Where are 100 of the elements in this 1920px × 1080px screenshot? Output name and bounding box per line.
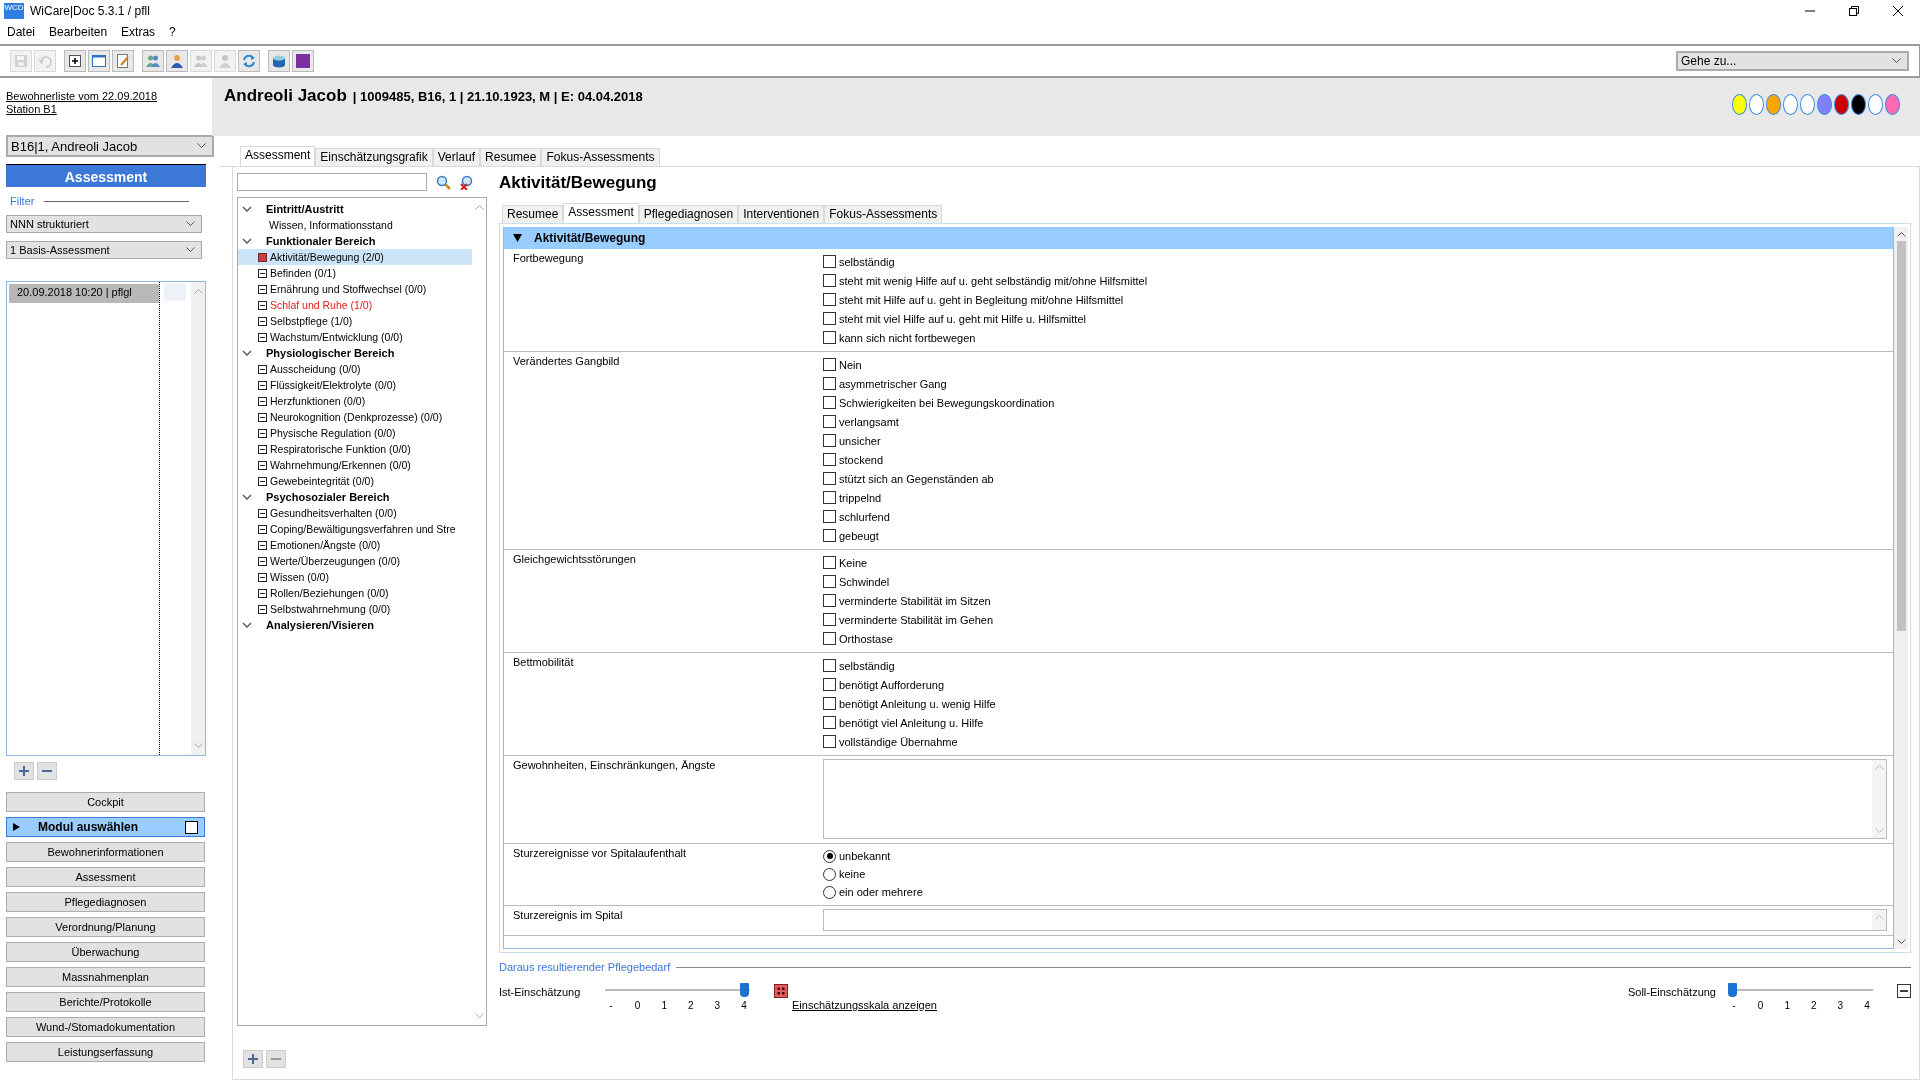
tree-group[interactable]: Psychosozialer Bereich: [266, 491, 390, 503]
nav-button[interactable]: Cockpit: [6, 792, 205, 812]
station-link[interactable]: Station B1: [6, 103, 57, 116]
checkbox[interactable]: [823, 556, 836, 569]
nav-button[interactable]: Assessment: [6, 867, 205, 887]
nav-button[interactable]: Wund-/Stomadokumentation: [6, 1017, 205, 1037]
tab[interactable]: Einschätzungsgrafik: [315, 148, 433, 166]
tab[interactable]: Assessment: [563, 203, 639, 223]
checkbox[interactable]: [823, 377, 836, 390]
menu-item[interactable]: ?: [169, 25, 176, 39]
tab[interactable]: Verlauf: [432, 148, 481, 166]
tree-group[interactable]: Funktionaler Bereich: [266, 235, 376, 247]
nav-button[interactable]: Berichte/Protokolle: [6, 992, 205, 1012]
menu-item[interactable]: Extras: [121, 25, 156, 39]
remove-button[interactable]: [37, 762, 57, 780]
checkbox[interactable]: [823, 716, 836, 729]
chevron-icon[interactable]: [242, 493, 252, 501]
tree-item[interactable]: Aktivität/Bewegung (2/0): [238, 249, 472, 265]
slider-thumb[interactable]: [740, 983, 749, 997]
checkbox[interactable]: [823, 331, 836, 344]
chevron-icon[interactable]: [242, 621, 252, 629]
menu-item[interactable]: Datei: [7, 25, 35, 39]
checkbox[interactable]: [823, 613, 836, 626]
checkbox[interactable]: [823, 678, 836, 691]
search-field[interactable]: [237, 173, 427, 191]
tree-group[interactable]: Eintritt/Austritt: [266, 203, 344, 215]
collapse-icon[interactable]: [1897, 984, 1911, 998]
checkbox[interactable]: [823, 529, 836, 542]
goto-dropdown[interactable]: Gehe zu...: [1676, 51, 1909, 71]
search-icon[interactable]: [436, 174, 451, 190]
filter-dropdown[interactable]: NNN strukturiert: [6, 215, 202, 233]
nav-button[interactable]: Bewohnerinformationen: [6, 842, 205, 862]
tab[interactable]: Fokus-Assessments: [541, 148, 660, 166]
menu-item[interactable]: Bearbeiten: [49, 25, 108, 39]
checkbox[interactable]: [823, 735, 836, 748]
tree-item[interactable]: Gesundheitsverhalten (0/0): [238, 505, 472, 521]
nav-button[interactable]: Modul auswählen: [6, 817, 205, 837]
tree-item[interactable]: Befinden (0/1): [238, 265, 472, 281]
tree-group[interactable]: Physiologischer Bereich: [266, 347, 395, 359]
checkbox[interactable]: [823, 632, 836, 645]
checkbox[interactable]: [823, 594, 836, 607]
scroll-down-icon[interactable]: [1896, 939, 1906, 945]
toolbar-button[interactable]: [88, 50, 110, 72]
tab[interactable]: Fokus-Assessments: [824, 205, 943, 223]
checkbox[interactable]: [823, 491, 836, 504]
radio-button[interactable]: [823, 885, 836, 899]
checkbox[interactable]: [823, 312, 836, 325]
tree-item[interactable]: Wachstum/Entwicklung (0/0): [238, 329, 472, 345]
tree-item[interactable]: Wissen, Informationsstand: [238, 217, 472, 233]
tree-item[interactable]: Schlaf und Ruhe (1/0): [238, 297, 472, 313]
nav-button[interactable]: Massnahmenplan: [6, 967, 205, 987]
checkbox[interactable]: [823, 274, 836, 287]
tree-item[interactable]: Respiratorische Funktion (0/0): [238, 441, 472, 457]
checkbox[interactable]: [823, 659, 836, 672]
resident-list-link[interactable]: Bewohnerliste vom 22.09.2018: [6, 90, 158, 103]
add-button[interactable]: [243, 1050, 263, 1068]
checkbox[interactable]: [823, 510, 836, 523]
slider-thumb[interactable]: [1728, 983, 1737, 997]
scroll-up-icon[interactable]: [1896, 231, 1906, 237]
checkbox[interactable]: [823, 575, 836, 588]
tree-group[interactable]: Analysieren/Visieren: [266, 619, 375, 631]
nav-button[interactable]: Überwachung: [6, 942, 205, 962]
grid-icon[interactable]: [774, 984, 788, 998]
tree-item[interactable]: Selbstwahrnehmung (0/0): [238, 601, 472, 617]
nav-button[interactable]: Leistungserfassung: [6, 1042, 205, 1062]
toolbar-button[interactable]: [166, 50, 188, 72]
tab[interactable]: Pflegediagnosen: [638, 205, 739, 223]
checkbox[interactable]: [823, 293, 836, 306]
tree-item[interactable]: Flüssigkeit/Elektrolyte (0/0): [238, 377, 472, 393]
checkbox[interactable]: [823, 396, 836, 409]
tab[interactable]: Interventionen: [738, 205, 825, 223]
chevron-icon[interactable]: [242, 205, 252, 213]
tree-item[interactable]: Wissen (0/0): [238, 569, 472, 585]
tree-item[interactable]: Ernährung und Stoffwechsel (0/0): [238, 281, 472, 297]
section-header[interactable]: Aktivität/Bewegung: [504, 227, 1893, 249]
checkbox[interactable]: [823, 434, 836, 447]
clear-search-icon[interactable]: [460, 174, 475, 190]
checkbox[interactable]: [823, 697, 836, 710]
checkbox[interactable]: [185, 820, 198, 834]
tree-item[interactable]: Gewebeintegrität (0/0): [238, 473, 472, 489]
restore-icon[interactable]: [1848, 5, 1860, 17]
close-icon[interactable]: [1892, 5, 1904, 17]
chevron-icon[interactable]: [242, 237, 252, 245]
text-field[interactable]: [823, 909, 1887, 931]
checkbox[interactable]: [823, 255, 836, 268]
radio-button[interactable]: [823, 849, 836, 863]
tree-item[interactable]: Coping/Bewältigungsverfahren und Stre: [238, 521, 472, 537]
tree-item[interactable]: Herzfunktionen (0/0): [238, 393, 472, 409]
scrollbar[interactable]: [1894, 227, 1908, 949]
tree-item[interactable]: Physische Regulation (0/0): [238, 425, 472, 441]
tree-item[interactable]: Rollen/Beziehungen (0/0): [238, 585, 472, 601]
tab[interactable]: Resumee: [480, 148, 542, 166]
toolbar-button[interactable]: [292, 50, 314, 72]
nav-button[interactable]: Verordnung/Planung: [6, 917, 205, 937]
nav-button[interactable]: Pflegediagnosen: [6, 892, 205, 912]
checkbox[interactable]: [823, 415, 836, 428]
tree-item[interactable]: Werte/Überzeugungen (0/0): [238, 553, 472, 569]
tree-item[interactable]: Emotionen/Ängste (0/0): [238, 537, 472, 553]
tree-item[interactable]: Wahrnehmung/Erkennen (0/0): [238, 457, 472, 473]
tab[interactable]: Resumee: [502, 205, 564, 223]
